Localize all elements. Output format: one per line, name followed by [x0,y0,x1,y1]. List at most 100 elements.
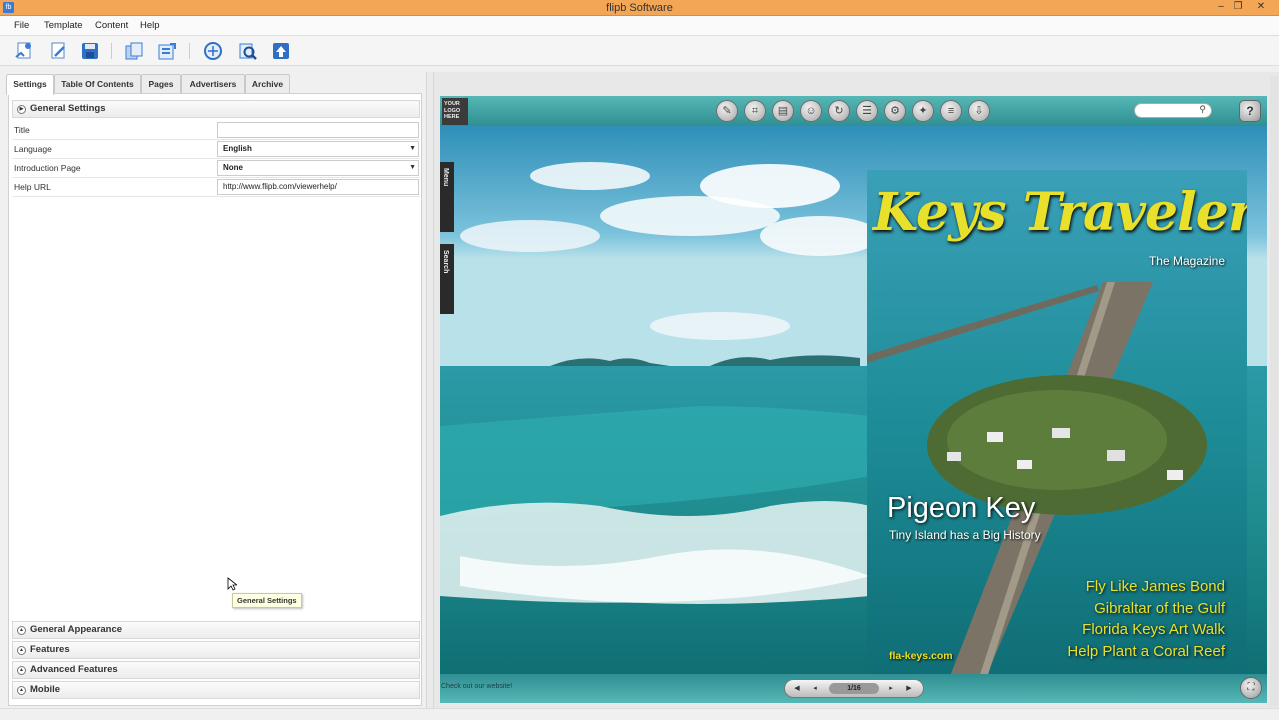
status-bar [0,708,1279,720]
section-mobile[interactable]: ▲ Mobile [12,681,420,699]
viewer-side-tabs: Menu Search [440,162,454,322]
side-tab-menu[interactable]: Menu [440,162,454,232]
tab-settings[interactable]: Settings [6,74,54,95]
settings-panel: Settings Table Of Contents Pages Adverti… [4,72,424,708]
first-page-icon[interactable]: ◀ [790,681,804,696]
panel-splitter[interactable] [426,72,434,708]
background-scene: Menu Search Keys Traveler The Magazine P… [440,126,1267,684]
logo-placeholder: YOUR LOGO HERE [442,98,468,125]
property-row-help-url: Help URL http://www.flipb.com/viewerhelp… [12,178,420,197]
toolbar-separator [189,43,190,59]
cover-website: fla-keys.com [889,650,953,662]
notes-icon[interactable]: ≡ [940,100,962,122]
title-field[interactable] [217,122,419,138]
flipbook-viewer: YOUR LOGO HERE ✎ ⌗ ▤ ☺ ↻ ☰ ⚙ ✦ ≡ ⇩ ⚲ ? M… [440,96,1267,703]
tab-pages[interactable]: Pages [141,74,181,94]
property-label: Language [14,144,52,154]
settings-icon[interactable]: ⚙ [884,100,906,122]
cover-feature: Fly Like James Bond [1085,578,1225,595]
next-page-icon[interactable]: ▸ [884,681,898,696]
cover-feature-list: Fly Like James Bond Gibraltar of the Gul… [1067,576,1225,662]
language-select[interactable]: English ▼ [217,141,419,157]
cover-headline: Pigeon Key [887,492,1036,524]
collapse-arrow-icon: ▲ [17,626,26,635]
list-icon[interactable]: ☰ [856,100,878,122]
publish-icon[interactable] [202,40,224,62]
last-page-icon[interactable]: ▶ [902,681,916,696]
menu-help[interactable]: Help [140,20,160,31]
preview-scrollbar[interactable] [1270,76,1278,706]
property-label: Introduction Page [14,163,81,173]
tab-advertisers[interactable]: Advertisers [181,74,245,94]
collapse-arrow-icon: ▲ [17,666,26,675]
panel-tabs: Settings Table Of Contents Pages Adverti… [4,74,424,95]
toolbar [0,36,1279,66]
menu-template[interactable]: Template [44,20,83,31]
expand-arrow-icon: ▶ [17,105,26,114]
print-icon[interactable]: ▤ [772,100,794,122]
share-icon[interactable]: ☺ [800,100,822,122]
pdf-icon[interactable]: ✎ [716,100,738,122]
cover-feature: Florida Keys Art Walk [1082,621,1225,638]
toolbar-separator [111,43,112,59]
close-button[interactable]: ✕ [1252,0,1270,15]
tooltip: General Settings [232,593,302,608]
search-icon: ⚲ [1199,104,1206,114]
help-url-field[interactable]: http://www.flipb.com/viewerhelp/ [217,179,419,195]
collapse-arrow-icon: ▲ [17,646,26,655]
bookmark-icon[interactable]: ✦ [912,100,934,122]
fullscreen-icon[interactable]: ⛶ [1240,677,1262,699]
cover-title: Keys Traveler [873,182,1247,243]
new-project-icon[interactable] [13,40,35,62]
settings-tab-content: ▶ General Settings Title Language Englis… [8,93,422,706]
download-icon[interactable]: ⇩ [968,100,990,122]
dropdown-arrow-icon: ▼ [409,145,416,152]
footer-message[interactable]: Check out our website! [441,683,512,690]
help-icon[interactable]: ? [1239,100,1261,122]
introduction-page-select[interactable]: None ▼ [217,160,419,176]
window-title: flipb Software [606,2,673,14]
previous-page-icon[interactable]: ◂ [808,681,822,696]
upload-icon[interactable] [270,40,292,62]
section-general-appearance[interactable]: ▲ General Appearance [12,621,420,639]
section-advanced-features[interactable]: ▲ Advanced Features [12,661,420,679]
property-row-introduction-page: Introduction Page None ▼ [12,159,420,178]
export-pages-icon[interactable] [156,40,178,62]
section-general-settings[interactable]: ▶ General Settings [12,100,420,118]
introduction-page-value: None [223,163,243,172]
viewer-search-input[interactable]: ⚲ [1134,103,1212,118]
language-value: English [223,144,252,153]
property-row-title: Title [12,121,420,140]
section-label: Mobile [30,684,61,695]
side-tab-search[interactable]: Search [440,244,454,314]
menu-file[interactable]: File [14,20,29,31]
crop-icon[interactable]: ⌗ [744,100,766,122]
tab-archive[interactable]: Archive [245,74,290,94]
section-label: Advanced Features [30,664,118,675]
import-pages-icon[interactable] [123,40,145,62]
section-label: General Settings [30,103,106,114]
menu-content[interactable]: Content [95,20,128,31]
property-row-language: Language English ▼ [12,140,420,159]
save-icon[interactable] [79,40,101,62]
cover-feature: Gibraltar of the Gulf [1094,599,1225,617]
open-project-icon[interactable] [47,40,69,62]
rotate-icon[interactable]: ↻ [828,100,850,122]
viewer-toolbar: YOUR LOGO HERE ✎ ⌗ ▤ ☺ ↻ ☰ ⚙ ✦ ≡ ⇩ ⚲ ? [440,96,1267,126]
section-features[interactable]: ▲ Features [12,641,420,659]
tab-table-of-contents[interactable]: Table Of Contents [54,74,141,94]
dropdown-arrow-icon: ▼ [409,164,416,171]
minimize-button[interactable]: ‒ [1212,0,1230,15]
cover-subheadline: Tiny Island has a Big History [889,528,1041,542]
magazine-cover[interactable]: Keys Traveler The Magazine Pigeon Key Ti… [867,170,1247,684]
restore-button[interactable]: ❐ [1229,0,1247,15]
menu-bar: File Template Content Help [0,16,1279,36]
viewer-bottom-bar: Check out our website! ◀ ◂ 1/16 ▸ ▶ ⛶ [440,674,1267,703]
cover-feature: Help Plant a Coral Reef [1067,642,1225,660]
page-indicator[interactable]: 1/16 [829,683,879,694]
mouse-cursor-icon [227,577,239,594]
preview-icon[interactable] [237,40,259,62]
collapse-arrow-icon: ▲ [17,686,26,695]
page-navigator: ◀ ◂ 1/16 ▸ ▶ [784,679,924,698]
section-label: Features [30,644,70,655]
